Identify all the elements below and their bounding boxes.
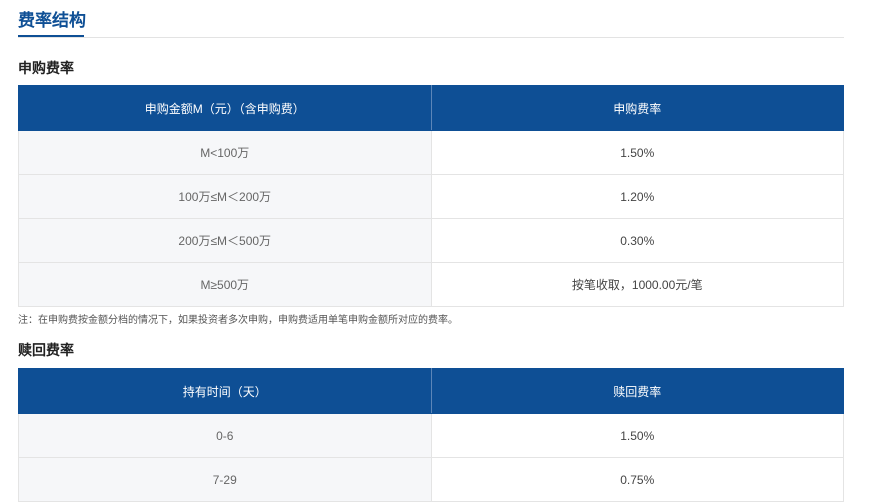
table-row: M<100万 1.50% bbox=[18, 130, 844, 175]
amount-cell: M<100万 bbox=[18, 130, 432, 175]
table-row: 0-6 1.50% bbox=[18, 413, 844, 458]
redemption-fee-table: 持有时间（天） 赎回费率 0-6 1.50% 7-29 0.75% bbox=[18, 368, 844, 502]
table-row: 7-29 0.75% bbox=[18, 457, 844, 502]
redemption-section-title: 赎回费率 bbox=[18, 342, 74, 358]
column-header-holding-period: 持有时间（天） bbox=[18, 368, 432, 414]
table-row: 100万≤M＜200万 1.20% bbox=[18, 174, 844, 219]
rate-cell: 1.50% bbox=[430, 130, 844, 175]
column-header-rate: 申购费率 bbox=[430, 85, 844, 131]
rate-cell: 1.20% bbox=[430, 174, 844, 219]
holding-period-cell: 7-29 bbox=[18, 457, 432, 502]
rate-cell: 按笔收取，1000.00元/笔 bbox=[430, 262, 844, 307]
subscription-note: 注：在申购费按金额分档的情况下，如果投资者多次申购，申购费适用单笔申购金额所对应… bbox=[18, 315, 458, 326]
holding-period-cell: 0-6 bbox=[18, 413, 432, 458]
title-divider bbox=[18, 37, 844, 38]
subscription-fee-table: 申购金额M（元）（含申购费） 申购费率 M<100万 1.50% 100万≤M＜… bbox=[18, 85, 844, 307]
table-header-row: 申购金额M（元）（含申购费） 申购费率 bbox=[18, 85, 844, 131]
amount-cell: M≥500万 bbox=[18, 262, 432, 307]
column-header-redemption-rate: 赎回费率 bbox=[430, 368, 844, 414]
table-row: M≥500万 按笔收取，1000.00元/笔 bbox=[18, 262, 844, 307]
page-title: 费率结构 bbox=[18, 11, 86, 30]
amount-cell: 200万≤M＜500万 bbox=[18, 218, 432, 263]
table-header-row: 持有时间（天） 赎回费率 bbox=[18, 368, 844, 414]
column-header-amount: 申购金额M（元）（含申购费） bbox=[18, 85, 432, 131]
rate-cell: 1.50% bbox=[430, 413, 844, 458]
rate-cell: 0.75% bbox=[430, 457, 844, 502]
table-row: 200万≤M＜500万 0.30% bbox=[18, 218, 844, 263]
subscription-section-title: 申购费率 bbox=[18, 60, 74, 76]
rate-cell: 0.30% bbox=[430, 218, 844, 263]
amount-cell: 100万≤M＜200万 bbox=[18, 174, 432, 219]
